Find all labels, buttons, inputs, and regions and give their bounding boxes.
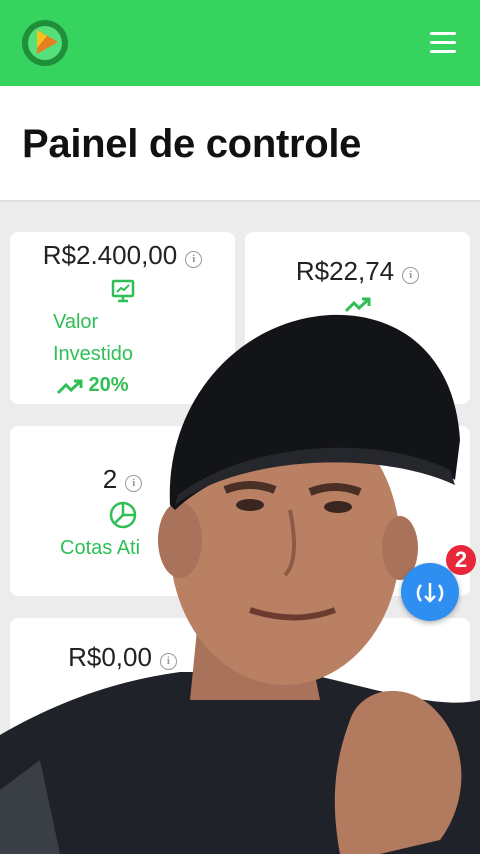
page-header: Painel de controle xyxy=(0,86,480,202)
download-icon xyxy=(416,583,444,603)
presentation-chart-icon xyxy=(111,279,134,303)
invested-value-card[interactable]: R$2.400,00 i Valor Investido 20% xyxy=(10,232,235,404)
info-icon[interactable]: i xyxy=(159,653,177,671)
hamburger-menu-icon[interactable] xyxy=(430,32,456,54)
stat-card[interactable] xyxy=(245,618,470,738)
invested-label-line2: Investido xyxy=(53,343,134,365)
earnings-card[interactable]: R$22,74 i xyxy=(245,232,470,404)
balance-amount: R$0,00 xyxy=(68,642,152,672)
balance-card[interactable]: R$0,00 i xyxy=(10,618,235,738)
info-icon[interactable]: i xyxy=(185,251,203,269)
pie-chart-icon xyxy=(109,501,136,529)
active-shares-label: Cotas Ati xyxy=(60,537,141,559)
page-title: Painel de controle xyxy=(22,122,362,166)
app-logo-icon[interactable] xyxy=(20,18,70,68)
notification-badge: 2 xyxy=(446,545,476,575)
earnings-amount: R$22,74 xyxy=(295,256,395,286)
trending-up-icon xyxy=(56,379,83,394)
active-shares-card[interactable]: 2i Cotas Ati xyxy=(10,426,235,596)
invested-label-line1: Valor xyxy=(53,311,99,333)
download-fab-button[interactable] xyxy=(401,563,459,621)
trending-up-icon xyxy=(344,297,370,313)
invested-amount: R$2.400,00 xyxy=(42,240,178,270)
info-icon[interactable]: i xyxy=(402,267,420,285)
info-icon[interactable]: i xyxy=(125,475,143,493)
active-shares-count: 2 xyxy=(102,464,118,494)
invested-change-percent: 20% xyxy=(88,374,129,396)
top-bar xyxy=(0,0,480,86)
